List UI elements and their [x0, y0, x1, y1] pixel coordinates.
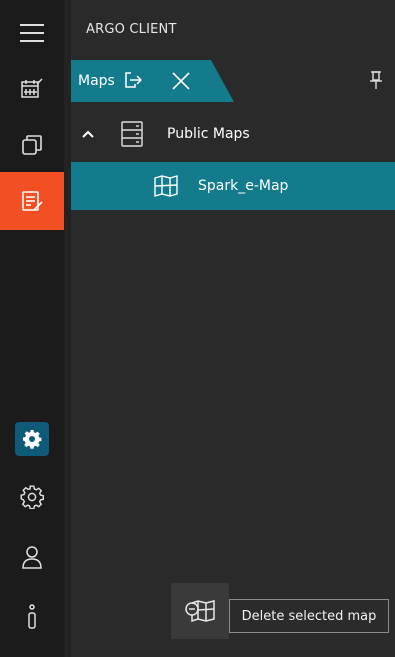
user-button[interactable] — [0, 528, 64, 586]
collapse-button[interactable] — [81, 129, 99, 139]
group-label: Public Maps — [167, 126, 250, 142]
info-button[interactable] — [0, 588, 64, 646]
map-icon — [154, 175, 178, 197]
tree-item-spark-e-map[interactable]: Spark_e-Map — [71, 162, 395, 210]
navigation-rail — [0, 0, 64, 657]
user-icon — [22, 546, 42, 569]
server-icon-wrap — [121, 121, 143, 147]
undock-icon — [125, 72, 143, 88]
settings-chip — [15, 422, 49, 456]
chevron-up-icon — [82, 130, 94, 138]
tooltip: Delete selected map — [229, 599, 389, 633]
map-icon-wrap — [154, 175, 178, 197]
pin-icon — [370, 71, 382, 89]
info-icon — [28, 604, 36, 629]
server-icon — [121, 121, 143, 147]
gear-icon — [23, 430, 42, 449]
close-tab-button[interactable] — [170, 70, 192, 96]
tree-group-public-maps[interactable]: Public Maps — [71, 112, 395, 156]
map-delete-icon — [185, 600, 215, 623]
windows-button[interactable] — [0, 116, 64, 174]
undock-button[interactable] — [123, 70, 143, 94]
app-title: ARGO CLIENT — [86, 22, 177, 37]
tab-maps[interactable]: Maps — [71, 60, 236, 102]
gear-outline-icon — [20, 485, 44, 509]
panel-divider — [64, 0, 71, 657]
menu-icon — [20, 24, 44, 42]
calendar-edit-icon — [21, 78, 43, 98]
delete-map-button[interactable] — [171, 583, 229, 639]
pin-button[interactable] — [369, 70, 383, 94]
maps-panel: ARGO CLIENT Maps Public Maps Spark_e-Map — [71, 0, 395, 657]
maps-button[interactable] — [0, 172, 64, 230]
settings-button[interactable] — [0, 468, 64, 526]
menu-button[interactable] — [0, 4, 64, 62]
windows-icon — [22, 135, 42, 155]
tab-label: Maps — [78, 73, 115, 89]
notes-edit-icon — [22, 191, 43, 211]
map-item-label: Spark_e-Map — [198, 178, 289, 194]
close-icon — [172, 72, 190, 90]
settings-highlight-button[interactable] — [0, 410, 64, 468]
schedule-button[interactable] — [0, 60, 64, 118]
